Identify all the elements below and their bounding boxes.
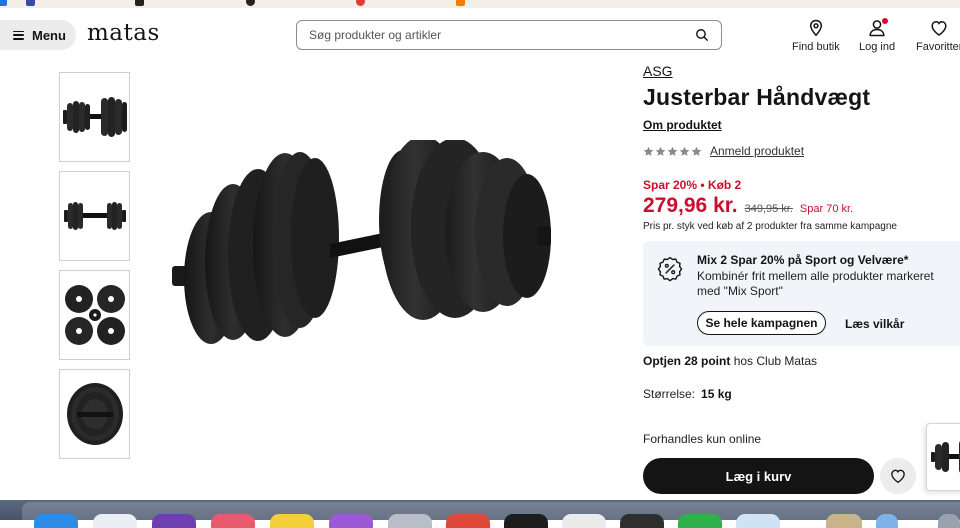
notification-dot: [882, 18, 889, 24]
dock-app-terminal-icon[interactable]: [504, 514, 548, 528]
dock-app-icon[interactable]: [620, 514, 664, 528]
dock-trash-icon[interactable]: [938, 514, 960, 528]
add-to-favorites-button[interactable]: [880, 458, 916, 494]
club-points: Optjen 28 point hos Club Matas: [643, 354, 817, 368]
heart-icon: [891, 469, 905, 484]
dock-app-icon[interactable]: [678, 514, 722, 528]
search-input[interactable]: Søg produkter og artikler: [296, 20, 722, 50]
star-icon: [691, 146, 702, 156]
find-store-label: Find butik: [792, 41, 840, 53]
bookmark-item[interactable]: [356, 0, 368, 6]
saving-amount: Spar 70 kr.: [799, 203, 854, 215]
star-icon: [679, 146, 690, 156]
bookmark-item[interactable]: [456, 0, 468, 6]
dock-app-notes-icon[interactable]: [270, 514, 314, 528]
rating-stars: [643, 146, 702, 157]
see-campaign-button[interactable]: Se hele kampagnen: [697, 311, 826, 335]
thumbnail-dumbbell-front[interactable]: [59, 171, 130, 261]
location-pin-icon: [809, 19, 822, 37]
dock-folder-icon[interactable]: [876, 514, 898, 528]
size-value: 15 kg: [701, 387, 732, 401]
campaign-title: Mix 2 Spar 20% på Sport og Velvære*: [697, 253, 909, 267]
about-product-link[interactable]: Om produktet: [643, 118, 722, 132]
review-product-link[interactable]: Anmeld produktet: [710, 144, 804, 158]
dumbbell-image: [931, 441, 960, 473]
thumbnail-weight-plates[interactable]: [59, 270, 130, 360]
current-price: 279,96 kr.: [643, 194, 738, 217]
star-icon: [667, 146, 678, 156]
dock-app-finder-icon[interactable]: [34, 514, 78, 528]
dock-app-icon[interactable]: [736, 514, 780, 528]
thumbnail-dumbbell-end[interactable]: [59, 369, 130, 459]
dock-app-safari-icon[interactable]: [93, 514, 137, 528]
search-icon[interactable]: [695, 28, 709, 42]
size-label: Størrelse:: [643, 387, 696, 401]
campaign-description: Kombinér frit mellem alle produkter mark…: [697, 269, 934, 298]
dock-app-icon[interactable]: [211, 514, 255, 528]
bookmarks-bar: [0, 0, 960, 8]
os-dock: [0, 500, 960, 528]
sticky-product-preview[interactable]: [926, 423, 960, 491]
find-store-button[interactable]: Find butik: [792, 18, 840, 53]
brand-link[interactable]: ASG: [643, 63, 673, 79]
bookmark-item[interactable]: [0, 0, 10, 6]
thumbnail-list: [59, 72, 130, 468]
star-icon: [655, 146, 666, 156]
hamburger-icon: [13, 30, 24, 40]
thumbnail-dumbbell-side[interactable]: [59, 72, 130, 162]
dock-app-icon[interactable]: [446, 514, 490, 528]
dock-app-podcasts-icon[interactable]: [329, 514, 373, 528]
campaign-box: Mix 2 Spar 20% på Sport og Velvære* Komb…: [643, 241, 960, 346]
login-button[interactable]: Log ind: [859, 18, 895, 53]
online-only-note: Forhandles kun online: [643, 432, 762, 446]
menu-button[interactable]: Menu: [0, 20, 76, 50]
site-header: Menu matas Søg produkter og artikler Fin…: [0, 8, 960, 64]
star-icon: [643, 146, 654, 156]
heart-icon: [931, 20, 947, 36]
dumbbell-image: [62, 97, 127, 137]
favorites-label: Favoritter: [916, 41, 960, 53]
old-price: 349,95 kr.: [744, 203, 793, 215]
bookmark-item[interactable]: [246, 0, 258, 6]
dock-app-icon[interactable]: [152, 514, 196, 528]
rating-row: Anmeld produktet: [643, 144, 804, 158]
dock-app-settings-icon[interactable]: [388, 514, 432, 528]
dumbbell-image: [66, 383, 123, 445]
price-row: 279,96 kr. 349,95 kr. Spar 70 kr.: [643, 194, 853, 218]
matas-logo[interactable]: matas: [87, 20, 160, 46]
favorites-button[interactable]: Favoritter: [916, 18, 960, 53]
dock-app-icon[interactable]: [826, 514, 862, 528]
bookmark-item[interactable]: [26, 0, 38, 6]
promo-label: Spar 20% • Køb 2: [643, 178, 742, 192]
terms-link[interactable]: Læs vilkår: [845, 317, 904, 331]
login-label: Log ind: [859, 41, 896, 53]
points-text: hos Club Matas: [733, 354, 818, 368]
discount-badge-icon: [657, 256, 683, 282]
weight-plates-image: [64, 285, 125, 345]
size-row: Størrelse: 15 kg: [643, 387, 732, 401]
product-title: Justerbar Håndvægt: [643, 84, 871, 110]
product-hero-image[interactable]: [165, 140, 560, 360]
menu-label: Menu: [32, 27, 66, 43]
bookmark-item[interactable]: [135, 0, 147, 6]
price-note: Pris pr. styk ved køb af 2 produkter fra…: [643, 221, 897, 232]
add-to-cart-button[interactable]: Læg i kurv: [643, 458, 874, 494]
dumbbell-image: [63, 202, 126, 230]
points-amount: Optjen 28 point: [643, 354, 731, 368]
dock-app-icon[interactable]: [562, 514, 606, 528]
search-placeholder: Søg produkter og artikler: [309, 28, 442, 42]
